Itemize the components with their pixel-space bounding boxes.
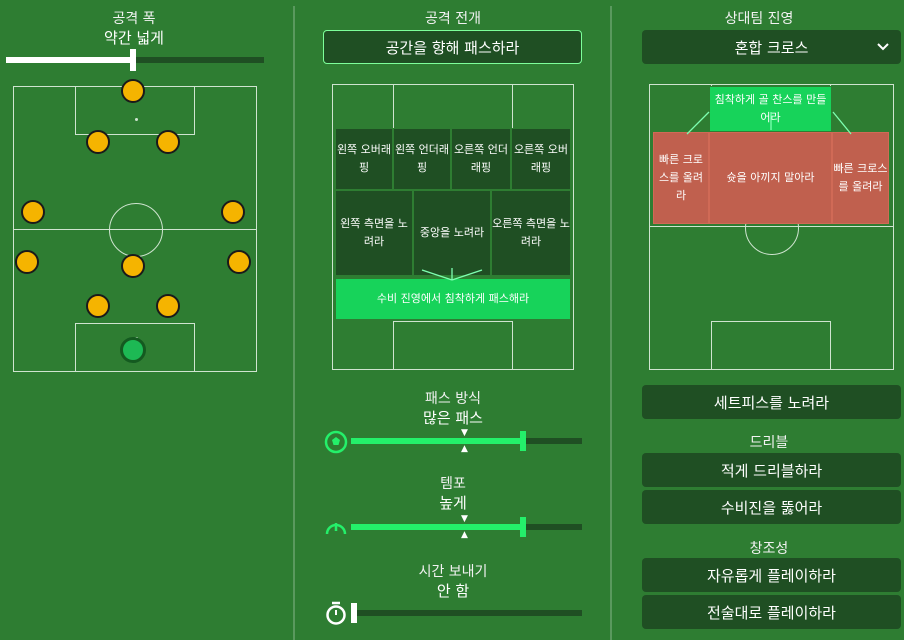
- set-piece-button[interactable]: 세트피스를 노려라: [642, 385, 901, 419]
- crossing-dropdown[interactable]: 혼합 크로스: [642, 30, 901, 64]
- run-at-defence-button[interactable]: 수비진을 뚫어라: [642, 490, 901, 524]
- player-goalkeeper[interactable]: [120, 337, 146, 363]
- player-cb-left[interactable]: [86, 294, 110, 318]
- player-left-wing[interactable]: [21, 200, 45, 224]
- pass-style-value: 많은 패스: [423, 409, 483, 427]
- formation-pitch: [13, 86, 257, 372]
- attack-width-label: 공격 폭: [112, 11, 156, 27]
- center-circle: [109, 203, 163, 257]
- default-marker-bottom: ▲: [461, 444, 468, 454]
- crossing-dropdown-value: 혼합 크로스: [734, 38, 809, 57]
- default-marker-top: ▼: [461, 428, 468, 438]
- player-left-back[interactable]: [15, 250, 39, 274]
- penalty-spot: [135, 118, 138, 121]
- column-divider: [293, 6, 295, 640]
- slider-fill: [351, 438, 523, 444]
- be-more-disciplined-button[interactable]: 전술대로 플레이하라: [642, 595, 901, 629]
- slider-knob[interactable]: [520, 431, 526, 451]
- slider-knob[interactable]: [351, 603, 357, 623]
- tempo-value: 높게: [439, 494, 467, 512]
- player-right-back[interactable]: [227, 250, 251, 274]
- pass-style-label: 패스 방식: [425, 391, 481, 407]
- be-more-expressive-button[interactable]: 자유롭게 플레이하라: [642, 558, 901, 592]
- dribble-less-button[interactable]: 적게 드리블하라: [642, 453, 901, 487]
- arrows-overlay: [686, 111, 852, 135]
- build-up-select-button[interactable]: 공간을 향해 패스하라: [323, 30, 582, 64]
- slider-fill: [6, 57, 133, 63]
- player-striker[interactable]: [121, 79, 145, 103]
- slider-track: [351, 610, 582, 616]
- build-up-label: 공격 전개: [425, 11, 481, 27]
- player-am-right[interactable]: [156, 130, 180, 154]
- final-third-label: 상대팀 진영: [724, 11, 794, 27]
- player-right-wing[interactable]: [221, 200, 245, 224]
- default-marker-top: ▼: [461, 514, 468, 524]
- slider-knob[interactable]: [520, 517, 526, 537]
- default-marker-bottom: ▲: [461, 530, 468, 540]
- arrows-overlay: [421, 268, 483, 281]
- dribble-label: 드리블: [749, 435, 789, 451]
- slider-knob[interactable]: [130, 49, 136, 71]
- attack-width-value: 약간 넓게: [104, 29, 164, 47]
- football-icon: [324, 430, 348, 454]
- chevron-down-icon: [877, 43, 889, 51]
- column-divider: [610, 6, 612, 640]
- player-am-left[interactable]: [86, 130, 110, 154]
- tempo-label: 템포: [440, 476, 466, 492]
- time-wasting-label: 시간 보내기: [418, 564, 488, 580]
- creativity-label: 창조성: [749, 541, 789, 557]
- speedometer-icon: [325, 523, 347, 535]
- player-dm[interactable]: [121, 254, 145, 278]
- player-cb-right[interactable]: [156, 294, 180, 318]
- slider-fill: [351, 524, 523, 530]
- time-wasting-value: 안 함: [436, 582, 470, 600]
- stopwatch-icon: [326, 601, 346, 625]
